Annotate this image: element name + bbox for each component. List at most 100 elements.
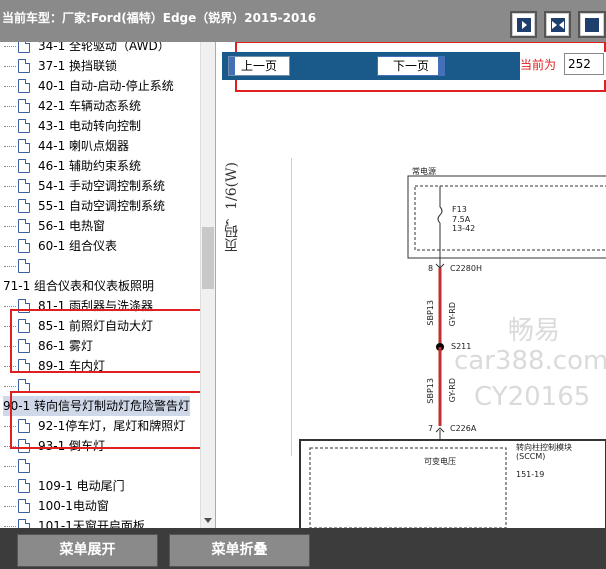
tree-item[interactable]: 37-1 换挡联锁 [0, 56, 201, 76]
tree-connector-line [4, 146, 16, 147]
tree-connector-line [4, 46, 16, 47]
document-icon [18, 179, 30, 193]
module-box-inner [309, 447, 507, 528]
tree-item[interactable] [0, 456, 201, 476]
document-icon [18, 159, 30, 173]
fuse-box-inner [414, 185, 606, 251]
wire-code-1: SBP13 [426, 300, 435, 326]
menu-tree[interactable]: 34-1 全轮驱动（AWD） 37-1 换挡联锁 40-1 自动-启动-停止系统 42… [0, 42, 216, 528]
wire-color-1: GY-RD [448, 302, 457, 327]
tree-item-label: 37-1 换挡联锁 [38, 59, 118, 73]
tree-connector-line [4, 86, 16, 87]
document-icon [18, 79, 30, 93]
tree-item[interactable]: 100-1电动窗 [0, 496, 201, 516]
tree-item[interactable]: 46-1 辅助约束系统 [0, 156, 201, 176]
vehicle-manufacturer: 厂家:Ford(福特）Edge（锐界）2015-2016 [62, 11, 317, 25]
document-icon [18, 59, 30, 73]
fuse-name: F13 [452, 205, 467, 214]
split-view-button[interactable] [544, 11, 571, 38]
fuse-box-outer [407, 175, 606, 259]
document-icon [18, 519, 30, 528]
tree-connector-line [4, 306, 16, 307]
page-border-line [291, 158, 292, 456]
tree-item[interactable]: 54-1 手动空调控制系统 [0, 176, 201, 196]
title-bar: 当前车型：厂家:Ford(福特）Edge（锐界）2015-2016 [0, 0, 606, 42]
tree-item[interactable]: 101-1天窗开启面板 [0, 516, 201, 528]
scroll-down-icon[interactable] [204, 518, 212, 523]
document-icon [18, 239, 30, 253]
watermark-text-2: car388.com [454, 346, 606, 376]
arrow-right-icon [516, 17, 531, 32]
maximize-icon [585, 17, 599, 32]
connector-2-pin: 7 [428, 424, 434, 433]
tree-item-label: 71-1 组合仪表和仪表板照明 [3, 279, 155, 293]
tree-item-label: 101-1天窗开启面板 [38, 519, 145, 528]
tree-item-label: 55-1 自动空调控制系统 [38, 199, 166, 213]
fuse-symbol [437, 206, 443, 224]
tree-connector-line [4, 246, 16, 247]
tree-connector-line [4, 186, 16, 187]
split-arrows-icon [550, 17, 565, 32]
tree-item-label: 100-1电动窗 [38, 499, 109, 513]
document-icon [18, 139, 30, 153]
module-box-outer [299, 439, 606, 528]
tree-connector-line [4, 486, 16, 487]
tree-connector-line [4, 226, 16, 227]
tree-connector-line [4, 386, 16, 387]
fuse-ref: 13-42 [452, 224, 476, 233]
document-icon [18, 219, 30, 233]
tree-item[interactable] [0, 256, 201, 276]
document-icon [18, 259, 30, 273]
document-icon [18, 479, 30, 493]
wiring-diagram [291, 158, 606, 528]
panel-toggle-button[interactable] [510, 11, 537, 38]
vehicle-title: 当前车型：厂家:Ford(福特）Edge（锐界）2015-2016 [2, 9, 316, 26]
tree-item[interactable]: 109-1 电动尾门 [0, 476, 201, 496]
diagram-viewer: 上一页 下一页 当前为 252 页码，1/6(W) 常电源 F13 7.5A 1… [218, 42, 606, 528]
tree-item-label: 40-1 自动-启动-停止系统 [38, 79, 174, 93]
tree-item[interactable]: 56-1 电热窗 [0, 216, 201, 236]
tree-connector-line [4, 106, 16, 107]
tree-item[interactable]: 34-1 全轮驱动（AWD） [0, 42, 201, 56]
tree-item[interactable]: 60-1 组合仪表 [0, 236, 201, 256]
document-icon [18, 199, 30, 213]
tree-item-label: 56-1 电热窗 [38, 219, 106, 233]
tree-item[interactable]: 40-1 自动-启动-停止系统 [0, 76, 201, 96]
tree-scrollbar[interactable] [200, 42, 215, 528]
tree-item[interactable]: 42-1 车辆动态系统 [0, 96, 201, 116]
document-icon [18, 499, 30, 513]
tree-connector-line [4, 526, 16, 527]
tree-connector-line [4, 126, 16, 127]
watermark-text-1: 畅易 [508, 316, 561, 346]
tree-connector-line [4, 66, 16, 67]
tree-item-label: 60-1 组合仪表 [38, 239, 118, 253]
tree-connector-line [4, 466, 16, 467]
document-icon [18, 119, 30, 133]
tree-connector-line [4, 506, 16, 507]
connector-2-label: C226A [450, 424, 477, 433]
wire-color-2: GY-RD [448, 378, 457, 403]
menu-collapse-button[interactable]: 菜单折叠 [169, 534, 310, 567]
tree-item-label: 42-1 车辆动态系统 [38, 99, 142, 113]
tree-item[interactable]: 55-1 自动空调控制系统 [0, 196, 201, 216]
document-icon [18, 99, 30, 113]
module-ref: 151-19 [516, 470, 545, 479]
highlight-box-signals [10, 391, 208, 449]
tree-item[interactable]: 43-1 电动转向控制 [0, 116, 201, 136]
tree-connector-line [4, 206, 16, 207]
connector-1-label: C2280H [450, 264, 482, 273]
vehicle-label: 当前车型： [2, 11, 63, 25]
tree-item-label: 109-1 电动尾门 [38, 479, 125, 493]
connector-1-pin: 8 [428, 264, 434, 273]
tree-item[interactable]: 44-1 喇叭点烟器 [0, 136, 201, 156]
document-icon [18, 459, 30, 473]
module-abbr: (SCCM) [516, 452, 546, 461]
menu-expand-button[interactable]: 菜单展开 [17, 534, 158, 567]
tree-item[interactable]: 71-1 组合仪表和仪表板照明 [0, 276, 201, 296]
scrollbar-thumb[interactable] [202, 227, 214, 289]
tree-item-label: 46-1 辅助约束系统 [38, 159, 142, 173]
bottom-bar: 菜单展开 菜单折叠 [0, 528, 606, 569]
maximize-button[interactable] [578, 11, 606, 38]
watermark-text-3: CY20165 [474, 382, 591, 412]
tree-item-label: 44-1 喇叭点烟器 [38, 139, 130, 153]
